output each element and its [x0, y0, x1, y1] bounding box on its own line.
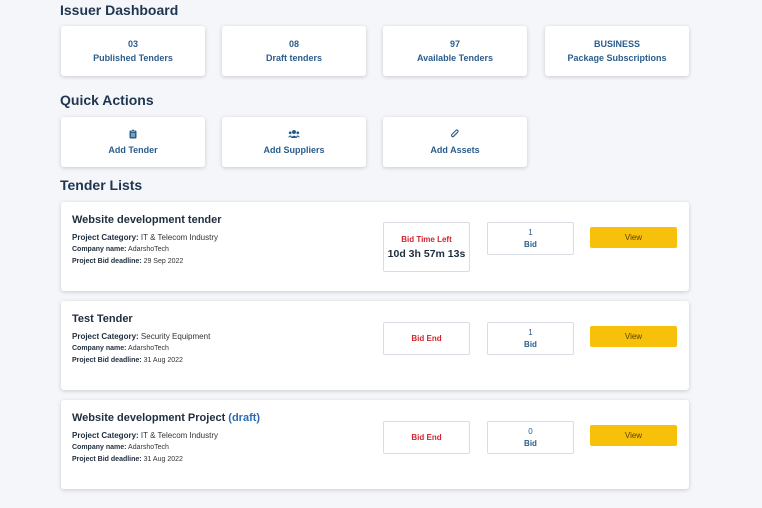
add-tender-button[interactable]: Add Tender — [61, 117, 205, 167]
view-button[interactable]: View — [590, 425, 677, 446]
tender-company: Company name: AdarshoTech — [72, 345, 169, 352]
stat-label: Package Subscriptions — [567, 53, 667, 63]
stat-label: Published Tenders — [93, 53, 173, 63]
tender-title: Website development tender — [72, 214, 222, 226]
add-assets-button[interactable]: Add Assets — [383, 117, 527, 167]
action-label: Add Tender — [108, 145, 158, 155]
bid-count-box: 1 Bid — [487, 322, 574, 355]
quick-actions-title: Quick Actions — [60, 92, 154, 108]
stat-value: 97 — [449, 39, 460, 49]
bid-count: 1 — [528, 327, 533, 337]
clipboard-icon — [129, 129, 137, 139]
stat-card-available[interactable]: 97 Available Tenders — [383, 26, 527, 76]
tender-company: Company name: AdarshoTech — [72, 246, 169, 253]
tender-title: Website development Project (draft) — [72, 412, 261, 424]
draft-badge: (draft) — [228, 412, 261, 424]
bid-status-box: Bid Time Left 10d 3h 57m 13s — [383, 222, 470, 272]
tender-deadline: Project Bid deadline: 31 Aug 2022 — [72, 357, 183, 364]
dashboard-title: Issuer Dashboard — [60, 2, 179, 18]
tender-deadline: Project Bid deadline: 31 Aug 2022 — [72, 456, 183, 463]
tender-company: Company name: AdarshoTech — [72, 444, 169, 451]
tender-info: Website development tender Project Categ… — [72, 214, 222, 268]
users-icon — [288, 130, 300, 138]
tender-info: Website development Project (draft) Proj… — [72, 412, 260, 466]
view-button[interactable]: View — [590, 227, 677, 248]
tender-info: Test Tender Project Category: Security E… — [72, 313, 210, 367]
bid-countdown: 10d 3h 57m 13s — [387, 247, 466, 260]
stat-card-draft[interactable]: 08 Draft tenders — [222, 26, 366, 76]
stat-card-package[interactable]: BUSINESS Package Subscriptions — [545, 26, 689, 76]
paperclip-icon — [450, 129, 459, 138]
bid-count-box: 0 Bid — [487, 421, 574, 454]
tender-category: Project Category: IT & Telecom Industry — [72, 431, 218, 440]
tender-card: Website development Project (draft) Proj… — [61, 400, 689, 489]
bid-status-label: Bid Time Left — [401, 234, 452, 244]
bid-count-box: 1 Bid — [487, 222, 574, 255]
stat-label: Available Tenders — [416, 53, 494, 63]
action-label: Add Assets — [430, 145, 480, 155]
tender-card: Website development tender Project Categ… — [61, 202, 689, 291]
bid-count-label: Bid — [524, 239, 537, 249]
bid-status-label: Bid End — [411, 433, 442, 442]
stat-card-published[interactable]: 03 Published Tenders — [61, 26, 205, 76]
bid-count: 1 — [528, 227, 533, 237]
stat-label: Draft tenders — [265, 53, 322, 63]
tender-deadline: Project Bid deadline: 29 Sep 2022 — [72, 258, 184, 265]
bid-status-box: Bid End — [383, 322, 470, 355]
bid-count-label: Bid — [524, 438, 537, 448]
tender-card: Test Tender Project Category: Security E… — [61, 301, 689, 390]
add-suppliers-button[interactable]: Add Suppliers — [222, 117, 366, 167]
stat-value: BUSINESS — [593, 39, 640, 49]
bid-count-label: Bid — [524, 339, 537, 349]
stat-value: 08 — [288, 39, 299, 49]
tender-category: Project Category: Security Equipment — [72, 332, 211, 341]
view-button[interactable]: View — [590, 326, 677, 347]
tender-category: Project Category: IT & Telecom Industry — [72, 233, 218, 242]
tender-title: Test Tender — [72, 313, 133, 325]
bid-status-box: Bid End — [383, 421, 470, 454]
action-label: Add Suppliers — [263, 145, 325, 155]
stat-value: 03 — [127, 39, 138, 49]
bid-status-label: Bid End — [411, 334, 442, 343]
bid-count: 0 — [528, 426, 533, 436]
tender-lists-title: Tender Lists — [60, 177, 143, 193]
